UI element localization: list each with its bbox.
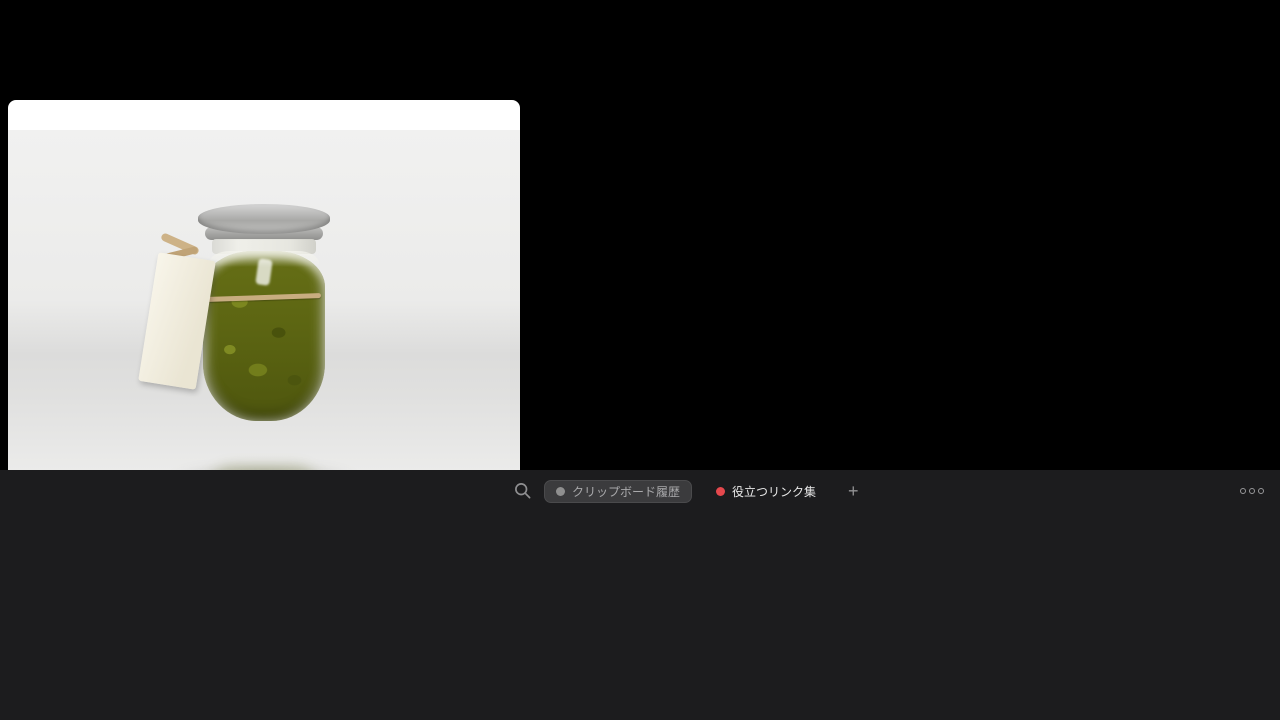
preview-image [8, 130, 520, 470]
search-icon[interactable] [514, 482, 532, 500]
pesto-jar-illustration [138, 204, 359, 470]
preview-popup [8, 100, 520, 500]
toolbar: クリップボード履歴 役立つリンク集 + [0, 470, 1280, 512]
tab-label: 役立つリンク集 [732, 484, 817, 499]
jar-lid [198, 204, 330, 234]
more-options-icon[interactable] [1240, 488, 1264, 494]
app-window: クリップボード履歴 役立つリンク集 + 1個のファイル たった今 [0, 0, 1280, 720]
tab-dot-gray [556, 486, 565, 496]
add-tab-button[interactable]: + [842, 482, 865, 500]
jar-body [203, 251, 325, 421]
tab-clipboard-history[interactable]: クリップボード履歴 [544, 479, 693, 503]
tab-useful-links[interactable]: 役立つリンク集 [710, 480, 822, 503]
twine-string [206, 293, 322, 302]
tab-dot-red [716, 486, 726, 496]
tab-label: クリップボード履歴 [572, 484, 681, 499]
clipboard-panel: クリップボード履歴 役立つリンク集 + 1個のファイル たった今 [0, 470, 1280, 720]
